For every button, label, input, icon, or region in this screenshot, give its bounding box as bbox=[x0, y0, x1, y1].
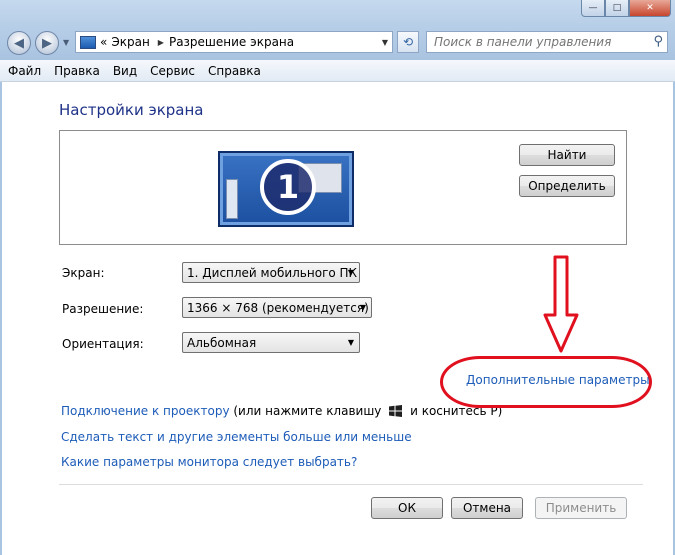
text-size-link[interactable]: Сделать текст и другие элементы больше и… bbox=[61, 430, 412, 444]
minimize-button[interactable]: — bbox=[581, 0, 605, 17]
monitor-1-preview[interactable]: 1 bbox=[218, 151, 354, 227]
search-input[interactable] bbox=[432, 34, 646, 50]
monitor-number-badge: 1 bbox=[260, 159, 316, 215]
refresh-icon: ⟲ bbox=[402, 35, 414, 49]
breadcrumb-overflow[interactable]: « bbox=[100, 35, 107, 49]
menu-view[interactable]: Вид bbox=[113, 64, 137, 78]
window-title-bar: — □ ✕ ◀ ▶ ▼ « Экран ▶ Разрешение экрана … bbox=[0, 0, 675, 60]
menu-bar: Файл Правка Вид Сервис Справка bbox=[0, 60, 675, 82]
chevron-down-icon: ▼ bbox=[347, 268, 354, 277]
forward-button[interactable]: ▶ bbox=[35, 31, 59, 55]
forward-arrow-icon: ▶ bbox=[42, 35, 52, 51]
display-label: Экран: bbox=[62, 266, 105, 280]
menu-tools[interactable]: Сервис bbox=[150, 64, 195, 78]
resolution-select[interactable]: 1366 × 768 (рекомендуется) ▼ bbox=[182, 297, 372, 318]
display-select[interactable]: 1. Дисплей мобильного ПК ▼ bbox=[182, 262, 360, 283]
refresh-button[interactable]: ⟲ bbox=[397, 31, 419, 53]
address-dropdown-icon[interactable]: ▼ bbox=[382, 38, 388, 47]
annotation-arrow-icon bbox=[543, 255, 579, 353]
display-select-value: 1. Дисплей мобильного ПК bbox=[187, 265, 358, 280]
projector-link[interactable]: Подключение к проектору bbox=[61, 404, 230, 418]
search-icon[interactable]: ⚲ bbox=[653, 34, 663, 49]
breadcrumb-chevron-icon[interactable]: ▶ bbox=[158, 38, 164, 47]
resolution-select-value: 1366 × 768 (рекомендуется) bbox=[187, 300, 369, 315]
orientation-select-value: Альбомная bbox=[187, 335, 257, 350]
address-bar[interactable]: « Экран ▶ Разрешение экрана ▼ bbox=[75, 31, 393, 53]
menu-file[interactable]: Файл bbox=[8, 64, 41, 78]
orientation-select[interactable]: Альбомная ▼ bbox=[182, 332, 360, 353]
control-panel-icon bbox=[80, 35, 96, 49]
windows-key-icon bbox=[389, 405, 403, 417]
back-button[interactable]: ◀ bbox=[7, 31, 31, 55]
chevron-down-icon: ▼ bbox=[359, 303, 366, 312]
display-preview-panel: 1 Найти Определить bbox=[59, 130, 627, 245]
find-button[interactable]: Найти bbox=[519, 144, 615, 166]
apply-button[interactable]: Применить bbox=[535, 497, 627, 519]
which-settings-link[interactable]: Какие параметры монитора следует выбрать… bbox=[61, 455, 357, 469]
cancel-button[interactable]: Отмена bbox=[451, 497, 523, 519]
resolution-label: Разрешение: bbox=[62, 302, 144, 316]
ok-button[interactable]: ОК bbox=[371, 497, 443, 519]
window-thumbnail bbox=[226, 179, 238, 219]
close-button[interactable]: ✕ bbox=[629, 0, 671, 17]
footer-divider bbox=[59, 484, 643, 485]
chevron-down-icon: ▼ bbox=[347, 338, 354, 347]
page-title: Настройки экрана bbox=[59, 101, 204, 119]
maximize-button[interactable]: □ bbox=[605, 0, 629, 17]
back-arrow-icon: ◀ bbox=[14, 35, 24, 51]
search-box[interactable]: ⚲ bbox=[426, 31, 668, 53]
projector-row: Подключение к проектору (или нажмите кла… bbox=[61, 404, 502, 418]
projector-hint-text: (или нажмите клавишу bbox=[233, 404, 382, 418]
window-controls: — □ ✕ bbox=[581, 0, 671, 17]
breadcrumb-item-screen[interactable]: Экран bbox=[111, 35, 149, 49]
breadcrumb-item-resolution[interactable]: Разрешение экрана bbox=[169, 35, 294, 49]
identify-button[interactable]: Определить bbox=[519, 175, 615, 197]
main-content: Настройки экрана 1 Найти Определить Экра… bbox=[0, 82, 675, 555]
orientation-label: Ориентация: bbox=[62, 337, 144, 351]
menu-help[interactable]: Справка bbox=[208, 64, 261, 78]
annotation-highlight-oval bbox=[440, 356, 652, 408]
recent-pages-dropdown[interactable]: ▼ bbox=[63, 38, 69, 47]
menu-edit[interactable]: Правка bbox=[54, 64, 100, 78]
